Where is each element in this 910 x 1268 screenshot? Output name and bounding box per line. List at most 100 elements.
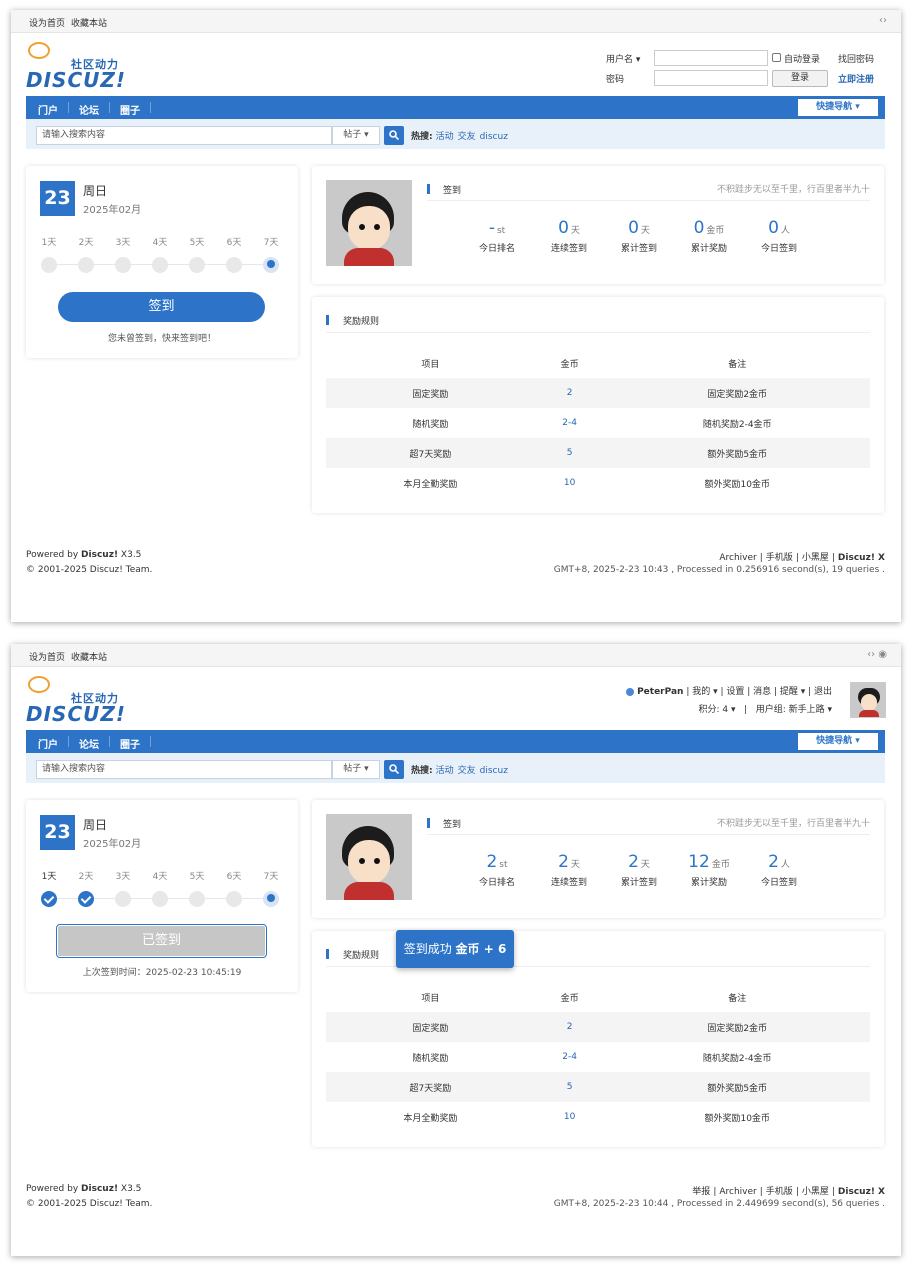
register-link[interactable]: 立即注册	[838, 72, 874, 85]
set-home-link[interactable]: 设为首页	[29, 19, 65, 29]
search-input[interactable]: 请输入搜索内容	[36, 126, 332, 145]
day-dot	[152, 891, 168, 907]
main-nav: 门户 论坛 圈子 快捷导航 ▾	[26, 730, 885, 753]
signin-success-toast: 签到成功 金币 + 6	[396, 930, 514, 968]
nav-separator	[68, 736, 69, 747]
quick-nav-button[interactable]: 快捷导航 ▾	[798, 99, 878, 116]
forgot-password-link[interactable]: 找回密码	[838, 52, 874, 65]
divider	[427, 200, 870, 201]
signin-stats-card: 签到 不积跬步无以至千里，行百里者半九十 - st 今日排名 0 天连续签到 0 天累计…	[312, 166, 884, 284]
expand-icon[interactable]: ‹›	[879, 15, 887, 26]
calendar-weekday: 周日	[83, 184, 108, 198]
nav-portal[interactable]: 门户	[38, 102, 58, 117]
search-type-select[interactable]: 帖子 ▾	[332, 760, 380, 779]
search-button[interactable]	[384, 760, 404, 779]
calendar-yearmonth: 2025年02月	[83, 205, 142, 216]
gmt-info: GMT+8, 2025-2-23 10:44 , Processed in 2.…	[553, 1199, 885, 1209]
username-link[interactable]: PeterPan	[637, 687, 683, 697]
nav-forum[interactable]: 论坛	[79, 736, 99, 751]
auto-login-checkbox[interactable]	[772, 53, 781, 62]
hot-search-item[interactable]: 活动	[436, 766, 454, 776]
last-signin-time: 上次签到时间：2025-02-23 10:45:19	[82, 968, 242, 978]
day-label: 2天	[78, 238, 94, 248]
user-menu[interactable]: 我的 ▾ | 设置 | 消息 | 提醒 ▾ | 退出	[692, 687, 832, 697]
nav-separator	[68, 102, 69, 113]
user-avatar-small[interactable]	[850, 682, 886, 718]
table-header: 项目 金币 备注	[421, 993, 747, 1004]
rules-table: 项目 金币 备注 固定奖励 2 固定奖励2金币 随机奖励 2-4 随机奖励2-4金币 超7天…	[326, 982, 870, 1132]
login-button[interactable]: 登录	[772, 70, 828, 87]
day-label: 5天	[189, 872, 205, 882]
title-accent	[326, 949, 329, 959]
search-bar: 请输入搜索内容 帖子 ▾ 热搜: 活动 交友 discuz	[26, 119, 885, 149]
speech-bubble-icon	[28, 676, 50, 693]
signin-quote: 不积跬步无以至千里，行百里者半九十	[716, 185, 870, 195]
medal-icon	[263, 257, 279, 273]
credits-link[interactable]: 积分: 4 ▾	[699, 705, 736, 715]
expand-icon[interactable]: ‹› ◉	[867, 649, 887, 660]
quick-nav-button[interactable]: 快捷导航 ▾	[798, 733, 878, 750]
powered-by: Powered by Discuz! X3.5	[26, 550, 142, 560]
calendar-day: 23	[40, 815, 75, 850]
nav-separator	[109, 736, 110, 747]
hot-search-item[interactable]: 交友	[458, 132, 476, 142]
title-accent	[427, 184, 430, 194]
stat-today: 0 人今日签到	[760, 218, 797, 254]
favorite-link[interactable]: 收藏本站	[71, 19, 107, 29]
day-label: 3天	[115, 238, 131, 248]
nav-forum[interactable]: 论坛	[79, 102, 99, 117]
hot-search-item[interactable]: discuz	[480, 766, 508, 776]
username-input[interactable]	[654, 50, 768, 66]
stat-rank: - st 今日排名	[478, 218, 515, 254]
day-dot	[115, 257, 131, 273]
day-label: 4天	[152, 872, 168, 882]
search-type-select[interactable]: 帖子 ▾	[332, 126, 380, 145]
day-label: 6天	[226, 238, 242, 248]
day-label: 1天	[41, 872, 57, 882]
nav-group[interactable]: 圈子	[120, 736, 140, 751]
divider	[427, 834, 870, 835]
favorite-link[interactable]: 收藏本站	[71, 653, 107, 663]
nav-group[interactable]: 圈子	[120, 102, 140, 117]
signin-calendar-card: 23 周日 2025年02月 1天 2天 3天 4天 5天 6天 7天 签到 您…	[26, 166, 298, 358]
auto-login-label: 自动登录	[784, 55, 821, 65]
title-accent	[427, 818, 430, 828]
usergroup-link[interactable]: 用户组: 新手上路 ▾	[756, 705, 832, 715]
search-bar: 请输入搜索内容 帖子 ▾ 热搜: 活动 交友 discuz	[26, 753, 885, 783]
signin-button[interactable]: 签到	[58, 292, 265, 322]
hot-search-item[interactable]: 交友	[458, 766, 476, 776]
hot-search-item[interactable]: discuz	[480, 132, 508, 142]
rules-table: 项目 金币 备注 固定奖励 2 固定奖励2金币 随机奖励 2-4 随机奖励2-4金币 超7天…	[326, 348, 870, 498]
rules-title: 奖励规则	[343, 317, 380, 327]
table-row: 超7天奖励 5 额外奖励5金币	[326, 438, 870, 468]
hot-search-item[interactable]: 活动	[436, 132, 454, 142]
day-label: 2天	[78, 872, 94, 882]
stat-total: 2 天累计签到	[620, 852, 657, 888]
table-row: 随机奖励 2-4 随机奖励2-4金币	[412, 418, 772, 430]
copyright: © 2001-2025 Discuz! Team.	[26, 565, 153, 575]
user-icon	[626, 687, 635, 696]
username-type-select[interactable]: 用户名 ▾	[606, 52, 640, 65]
day-label: 7天	[263, 872, 279, 882]
user-panel: PeterPan | 我的 ▾ | 设置 | 消息 | 提醒 ▾ | 退出 积分…	[626, 682, 886, 722]
hot-search: 热搜: 活动 交友 discuz	[411, 763, 512, 776]
discuz-logo[interactable]: 社区动力 DISCUZ!	[26, 676, 136, 726]
calendar-day: 23	[40, 181, 75, 216]
day-label: 6天	[226, 872, 242, 882]
day-label: 5天	[189, 238, 205, 248]
search-button[interactable]	[384, 126, 404, 145]
set-home-link[interactable]: 设为首页	[29, 653, 65, 663]
discuz-logo[interactable]: 社区动力 DISCUZ!	[26, 42, 136, 92]
nav-portal[interactable]: 门户	[38, 736, 58, 751]
search-icon	[389, 130, 399, 140]
password-input[interactable]	[654, 70, 768, 86]
search-input[interactable]: 请输入搜索内容	[36, 760, 332, 779]
user-avatar	[326, 814, 412, 900]
login-form: 用户名 ▾ 自动登录 找回密码 密码 登录 立即注册	[606, 50, 886, 90]
signin-title: 签到	[443, 186, 462, 196]
calendar-yearmonth: 2025年02月	[83, 839, 142, 850]
gmt-info: GMT+8, 2025-2-23 10:43 , Processed in 0.…	[553, 565, 885, 575]
top-bar: 设为首页 收藏本站 ‹›	[11, 10, 901, 33]
hot-search: 热搜: 活动 交友 discuz	[411, 129, 512, 142]
day-dot	[226, 257, 242, 273]
